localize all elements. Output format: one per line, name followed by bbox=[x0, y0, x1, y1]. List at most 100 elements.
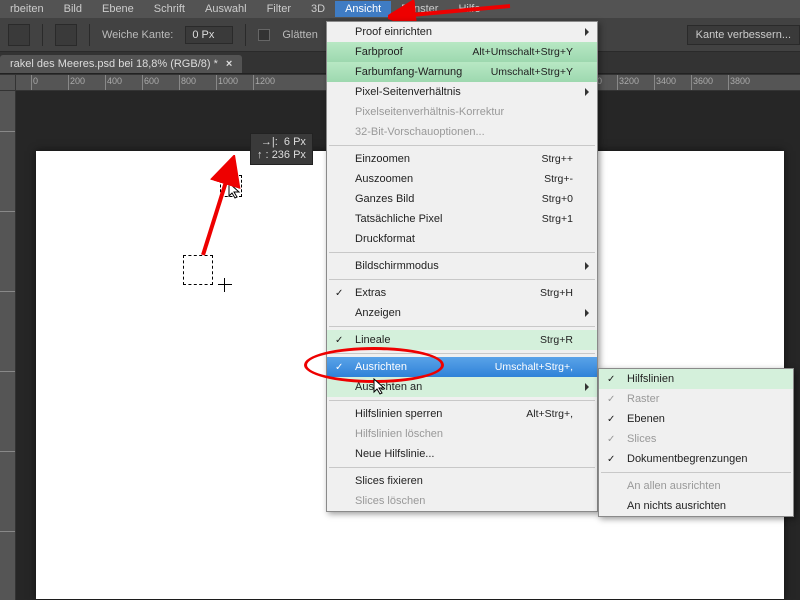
menu-item[interactable]: Slices fixieren bbox=[327, 471, 597, 491]
menubar-item[interactable]: Schrift bbox=[144, 1, 195, 17]
menu-item-label: Hilfslinien bbox=[627, 373, 674, 385]
menu-shortcut: Strg+0 bbox=[542, 193, 573, 205]
menubar: rbeitenBildEbeneSchriftAuswahlFilter3DAn… bbox=[0, 0, 800, 18]
menu-item-label: Ganzes Bild bbox=[355, 193, 414, 205]
menu-item-label: Ausrichten bbox=[355, 361, 407, 373]
menu-item[interactable]: Hilfslinien sperren Alt+Strg+, bbox=[327, 404, 597, 424]
menu-item-label: Lineale bbox=[355, 334, 390, 346]
menu-shortcut: Alt+Strg+, bbox=[526, 408, 573, 420]
menubar-item[interactable]: Bild bbox=[54, 1, 92, 17]
menu-separator bbox=[329, 326, 595, 327]
menu-item[interactable]: ✓ Ausrichten Umschalt+Strg+, bbox=[327, 357, 597, 377]
menu-item-label: Auszoomen bbox=[355, 173, 413, 185]
menu-item-label: Farbumfang-Warnung bbox=[355, 66, 462, 78]
menu-item-label: Pixel-Seitenverhältnis bbox=[355, 86, 461, 98]
menu-shortcut: Umschalt+Strg+Y bbox=[491, 66, 573, 78]
menu-item-label: Hilfslinien sperren bbox=[355, 408, 442, 420]
menu-shortcut: Strg++ bbox=[541, 153, 573, 165]
menu-item[interactable]: Einzoomen Strg++ bbox=[327, 149, 597, 169]
antialias-checkbox[interactable] bbox=[258, 29, 270, 41]
ruler-corner bbox=[0, 75, 16, 91]
menubar-item[interactable]: Hilfe bbox=[448, 1, 490, 17]
menubar-item[interactable]: Ansicht bbox=[335, 1, 391, 17]
menu-item-label: Dokumentbegrenzungen bbox=[627, 453, 747, 465]
check-icon: ✓ bbox=[335, 335, 343, 346]
selection-mode-icon[interactable] bbox=[55, 24, 77, 46]
check-icon: ✓ bbox=[607, 374, 615, 385]
marquee-selection bbox=[183, 255, 213, 285]
menubar-item[interactable]: Ebene bbox=[92, 1, 144, 17]
menu-item-label: Ausrichten an bbox=[355, 381, 422, 393]
menu-item[interactable]: Druckformat bbox=[327, 229, 597, 249]
menu-item-label: Proof einrichten bbox=[355, 26, 432, 38]
tool-icon[interactable] bbox=[8, 24, 30, 46]
menu-item-label: Hilfslinien löschen bbox=[355, 428, 443, 440]
menu-item-label: An allen ausrichten bbox=[627, 480, 721, 492]
check-icon: ✓ bbox=[335, 288, 343, 299]
menu-shortcut: Strg+R bbox=[540, 334, 573, 346]
menu-item-label: Raster bbox=[627, 393, 659, 405]
antialias-label: Glätten bbox=[282, 29, 317, 41]
menu-item-label: Bildschirmmodus bbox=[355, 260, 439, 272]
menu-item[interactable]: Farbumfang-Warnung Umschalt+Strg+Y bbox=[327, 62, 597, 82]
check-icon: ✓ bbox=[607, 454, 615, 465]
menu-separator bbox=[329, 145, 595, 146]
marquee-selection-moved bbox=[220, 175, 242, 197]
menu-item-label: Extras bbox=[355, 287, 386, 299]
menu-item-label: Farbproof bbox=[355, 46, 403, 58]
menu-item-label: 32-Bit-Vorschauoptionen... bbox=[355, 126, 485, 138]
menu-item[interactable]: ✓Ebenen bbox=[599, 409, 793, 429]
menu-item: 32-Bit-Vorschauoptionen... bbox=[327, 122, 597, 142]
snap-to-submenu: ✓ Hilfslinien ✓ Raster ✓Ebenen✓Slices ✓ Dokume… bbox=[598, 368, 794, 517]
move-delta-tooltip: →|: 6 Px ↑ : 236 Px bbox=[250, 133, 313, 165]
menu-shortcut: Strg+H bbox=[540, 287, 573, 299]
menubar-item[interactable]: rbeiten bbox=[0, 1, 54, 17]
menu-item-label: Druckformat bbox=[355, 233, 415, 245]
menubar-item[interactable]: Fenster bbox=[391, 1, 448, 17]
menu-item: Pixelseitenverhältnis-Korrektur bbox=[327, 102, 597, 122]
menu-item-label: An nichts ausrichten bbox=[627, 500, 726, 512]
refine-edge-button[interactable]: Kante verbessern... bbox=[687, 25, 800, 45]
menu-item[interactable]: Neue Hilfslinie... bbox=[327, 444, 597, 464]
check-icon: ✓ bbox=[607, 414, 615, 425]
menu-item[interactable]: ✓ Hilfslinien bbox=[599, 369, 793, 389]
menu-item[interactable]: Pixel-Seitenverhältnis bbox=[327, 82, 597, 102]
menu-item-label: Einzoomen bbox=[355, 153, 410, 165]
menu-item-label: Slices löschen bbox=[355, 495, 425, 507]
menubar-item[interactable]: Auswahl bbox=[195, 1, 257, 17]
close-tab-icon[interactable]: × bbox=[226, 58, 232, 70]
menu-shortcut: Umschalt+Strg+, bbox=[495, 361, 573, 373]
menu-item[interactable]: An nichts ausrichten bbox=[599, 496, 793, 516]
feather-input[interactable] bbox=[185, 26, 233, 44]
menu-item: ✓Slices bbox=[599, 429, 793, 449]
check-icon: ✓ bbox=[607, 394, 615, 405]
menu-separator bbox=[329, 353, 595, 354]
crosshair-cursor-icon bbox=[218, 278, 232, 292]
menu-item[interactable]: Anzeigen bbox=[327, 303, 597, 323]
menu-item[interactable]: Tatsächliche PixelStrg+1 bbox=[327, 209, 597, 229]
menu-item[interactable]: AuszoomenStrg+- bbox=[327, 169, 597, 189]
ruler-vertical bbox=[0, 91, 16, 600]
menu-shortcut: Alt+Umschalt+Strg+Y bbox=[472, 46, 573, 58]
menu-item[interactable]: ✓ Lineale Strg+R bbox=[327, 330, 597, 350]
menu-item[interactable]: ✓ Dokumentbegrenzungen bbox=[599, 449, 793, 469]
menubar-item[interactable]: Filter bbox=[257, 1, 301, 17]
menu-item[interactable]: ✓ Extras Strg+H bbox=[327, 283, 597, 303]
menu-shortcut: Strg+1 bbox=[542, 213, 573, 225]
check-icon: ✓ bbox=[335, 362, 343, 373]
menu-separator bbox=[329, 467, 595, 468]
menu-item: An allen ausrichten bbox=[599, 476, 793, 496]
menu-item[interactable]: Farbproof Alt+Umschalt+Strg+Y bbox=[327, 42, 597, 62]
document-tab[interactable]: rakel des Meeres.psd bei 18,8% (RGB/8) *… bbox=[0, 55, 242, 73]
menu-item: Hilfslinien löschen bbox=[327, 424, 597, 444]
menu-item-label: Anzeigen bbox=[355, 307, 401, 319]
menu-item[interactable]: Bildschirmmodus bbox=[327, 256, 597, 276]
menu-item[interactable]: Ausrichten an bbox=[327, 377, 597, 397]
menu-item[interactable]: Ganzes Bild Strg+0 bbox=[327, 189, 597, 209]
menu-separator bbox=[329, 279, 595, 280]
menu-separator bbox=[329, 252, 595, 253]
delta-row: ↑ : 236 Px bbox=[257, 149, 306, 162]
menubar-item[interactable]: 3D bbox=[301, 1, 335, 17]
menu-item-label: Slices fixieren bbox=[355, 475, 423, 487]
menu-item[interactable]: Proof einrichten bbox=[327, 22, 597, 42]
